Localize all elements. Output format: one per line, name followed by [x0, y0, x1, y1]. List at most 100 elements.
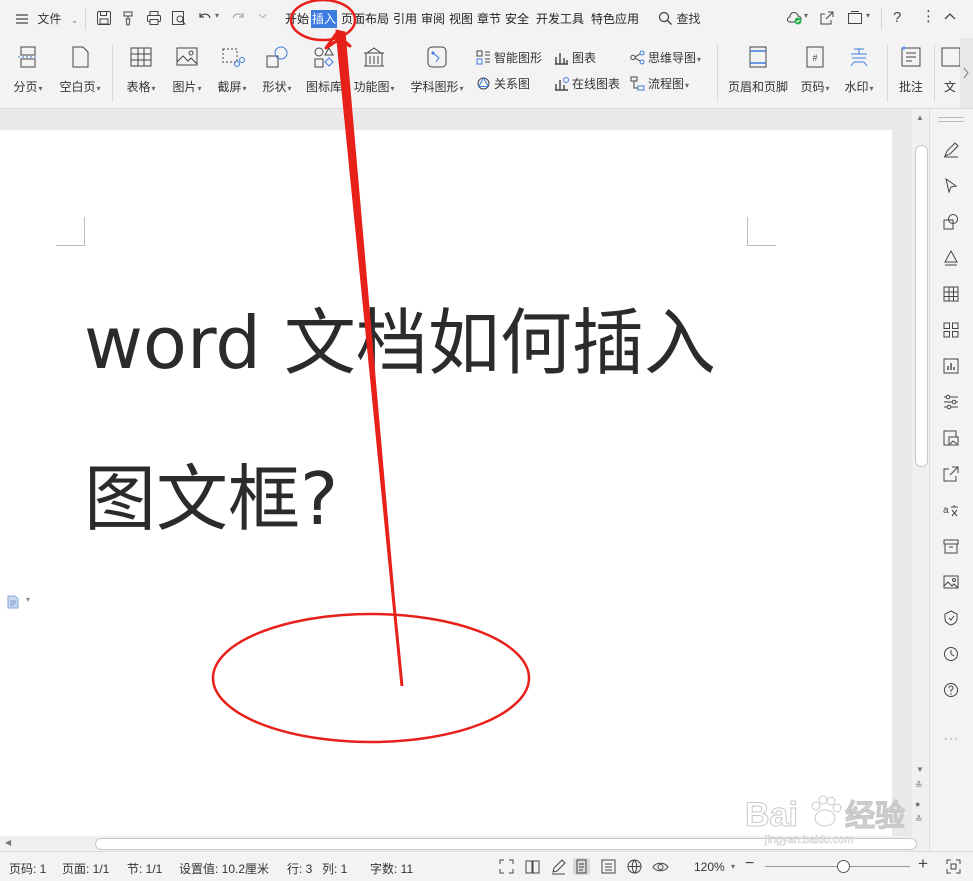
page-view-icon[interactable]: [573, 858, 590, 875]
horizontal-scroll-thumb[interactable]: [95, 838, 917, 850]
tab-home[interactable]: 开始: [285, 10, 309, 28]
tab-insert[interactable]: 插入: [311, 10, 338, 28]
collapse-ribbon-icon[interactable]: [846, 9, 864, 27]
select-browse-object-icon[interactable]: ●: [915, 799, 920, 809]
shield-icon[interactable]: [942, 609, 962, 629]
status-page-number[interactable]: 页码: 1: [9, 860, 46, 877]
history-icon[interactable]: [942, 645, 962, 665]
icon-library-button[interactable]: 图标库: [304, 44, 344, 95]
watermark-button[interactable]: 水印▾: [840, 44, 878, 95]
cloud-dropdown-icon[interactable]: ▾: [804, 11, 808, 20]
outline-view-icon[interactable]: [600, 858, 617, 875]
help-icon[interactable]: [942, 681, 962, 701]
blank-page-button[interactable]: 空白页▾: [56, 44, 104, 95]
function-chart-button[interactable]: 功能图▾: [350, 44, 398, 95]
tab-view[interactable]: 视图: [449, 10, 473, 28]
ribbon-scroll-right-button[interactable]: [960, 38, 973, 108]
header-footer-button[interactable]: 页眉和页脚: [726, 44, 790, 95]
vertical-scrollbar[interactable]: ▲ ▼ ≙ ● ≛: [912, 109, 929, 836]
more-icon[interactable]: ···: [944, 731, 959, 745]
zoom-dropdown-icon[interactable]: ▾: [731, 862, 735, 871]
paragraph-format-button[interactable]: ▾: [6, 595, 30, 609]
export-icon[interactable]: [942, 465, 962, 485]
next-page-icon[interactable]: ≛: [915, 814, 923, 825]
fit-page-icon[interactable]: [945, 858, 962, 875]
picture-icon[interactable]: [942, 573, 962, 593]
screenshot-button[interactable]: 截屏▾: [212, 44, 252, 95]
online-chart-button[interactable]: 在线图表: [554, 75, 620, 93]
scroll-up-icon[interactable]: ▲: [916, 113, 924, 122]
document-text-line-2[interactable]: 图文框?: [84, 463, 338, 535]
undo-icon[interactable]: [196, 9, 214, 27]
table-button[interactable]: 表格▾: [122, 44, 160, 95]
tab-security[interactable]: 安全: [505, 10, 529, 28]
help-icon[interactable]: ?: [893, 9, 901, 26]
pen-icon[interactable]: [942, 141, 962, 161]
translate-icon[interactable]: a: [942, 501, 962, 521]
zoom-out-button[interactable]: −: [745, 855, 754, 873]
find-label: 查找: [676, 12, 701, 26]
status-section[interactable]: 节: 1/1: [127, 860, 162, 877]
tab-developer[interactable]: 开发工具: [536, 10, 584, 28]
flow-chart-button[interactable]: 流程图▾: [630, 75, 689, 93]
document-text-line-1[interactable]: word 文档如何插入: [84, 307, 716, 379]
print-preview-icon[interactable]: [170, 9, 188, 27]
prev-page-icon[interactable]: ≙: [915, 781, 923, 790]
adjust-sliders-icon[interactable]: [942, 393, 962, 413]
archive-icon[interactable]: [942, 537, 962, 557]
scroll-down-icon[interactable]: ▼: [916, 765, 924, 774]
science-shape-button[interactable]: 学科图形▾: [408, 44, 466, 95]
zoom-slider-thumb[interactable]: [837, 860, 850, 873]
comment-button[interactable]: 批注: [894, 44, 928, 95]
apps-grid-icon[interactable]: [942, 321, 962, 341]
textbox-button[interactable]: 文: [940, 44, 960, 95]
page-break-button[interactable]: 分页▾: [10, 44, 46, 95]
format-painter-icon[interactable]: [120, 9, 138, 27]
image-document-icon[interactable]: [942, 429, 962, 449]
tab-page-layout[interactable]: 页面布局: [341, 10, 389, 28]
picture-button[interactable]: 图片▾: [168, 44, 206, 95]
save-icon[interactable]: [95, 9, 113, 27]
document-page[interactable]: word 文档如何插入 图文框?: [0, 130, 892, 836]
undo-dropdown-icon[interactable]: ▾: [215, 11, 219, 20]
options-dropdown-icon[interactable]: ▾: [866, 11, 870, 20]
zoom-level[interactable]: 120%: [694, 860, 725, 874]
chart-button[interactable]: 图表: [554, 49, 596, 67]
tab-chapter[interactable]: 章节: [477, 10, 501, 28]
shape-button[interactable]: 形状▾: [257, 44, 297, 95]
vertical-scroll-thumb[interactable]: [915, 145, 928, 467]
find-button[interactable]: 查找: [658, 10, 700, 28]
web-view-icon[interactable]: [626, 858, 643, 875]
file-menu-button[interactable]: 文件 ⌄: [14, 10, 78, 28]
status-setting[interactable]: 设置值: 10.2厘米: [179, 860, 269, 877]
page-number-button[interactable]: # 页码▾: [796, 44, 834, 95]
horizontal-scrollbar[interactable]: ◀: [0, 836, 929, 851]
chevron-up-icon[interactable]: [943, 9, 957, 23]
read-mode-icon[interactable]: [524, 858, 541, 875]
eye-protection-icon[interactable]: [652, 858, 669, 875]
table-icon[interactable]: [942, 285, 962, 305]
fullscreen-icon[interactable]: [498, 858, 515, 875]
customize-toolbar-icon[interactable]: ⌵: [259, 10, 267, 21]
edit-mode-icon[interactable]: [550, 858, 567, 875]
status-pages[interactable]: 页面: 1/1: [62, 860, 109, 877]
share-icon[interactable]: [818, 9, 836, 27]
tab-special-apps[interactable]: 特色应用: [591, 10, 639, 28]
bar-chart-icon[interactable]: [942, 357, 962, 377]
style-icon[interactable]: [942, 249, 962, 269]
cloud-sync-icon[interactable]: [785, 9, 803, 27]
scroll-left-icon[interactable]: ◀: [5, 838, 11, 847]
tab-references[interactable]: 引用: [393, 10, 417, 28]
mind-map-button[interactable]: 思维导图▾: [630, 49, 701, 67]
tab-review[interactable]: 审阅: [421, 10, 445, 28]
redo-icon[interactable]: [229, 9, 247, 27]
cursor-select-icon[interactable]: [942, 177, 962, 197]
more-options-icon[interactable]: ⋮: [921, 8, 936, 26]
print-icon[interactable]: [145, 9, 163, 27]
relation-map-button[interactable]: 关系图: [476, 75, 530, 93]
svg-text:a: a: [943, 505, 949, 516]
zoom-in-button[interactable]: +: [918, 854, 928, 874]
status-word-count[interactable]: 字数: 11: [370, 860, 413, 877]
smart-shape-button[interactable]: 智能图形: [476, 49, 542, 67]
shapes-icon[interactable]: [942, 213, 962, 233]
